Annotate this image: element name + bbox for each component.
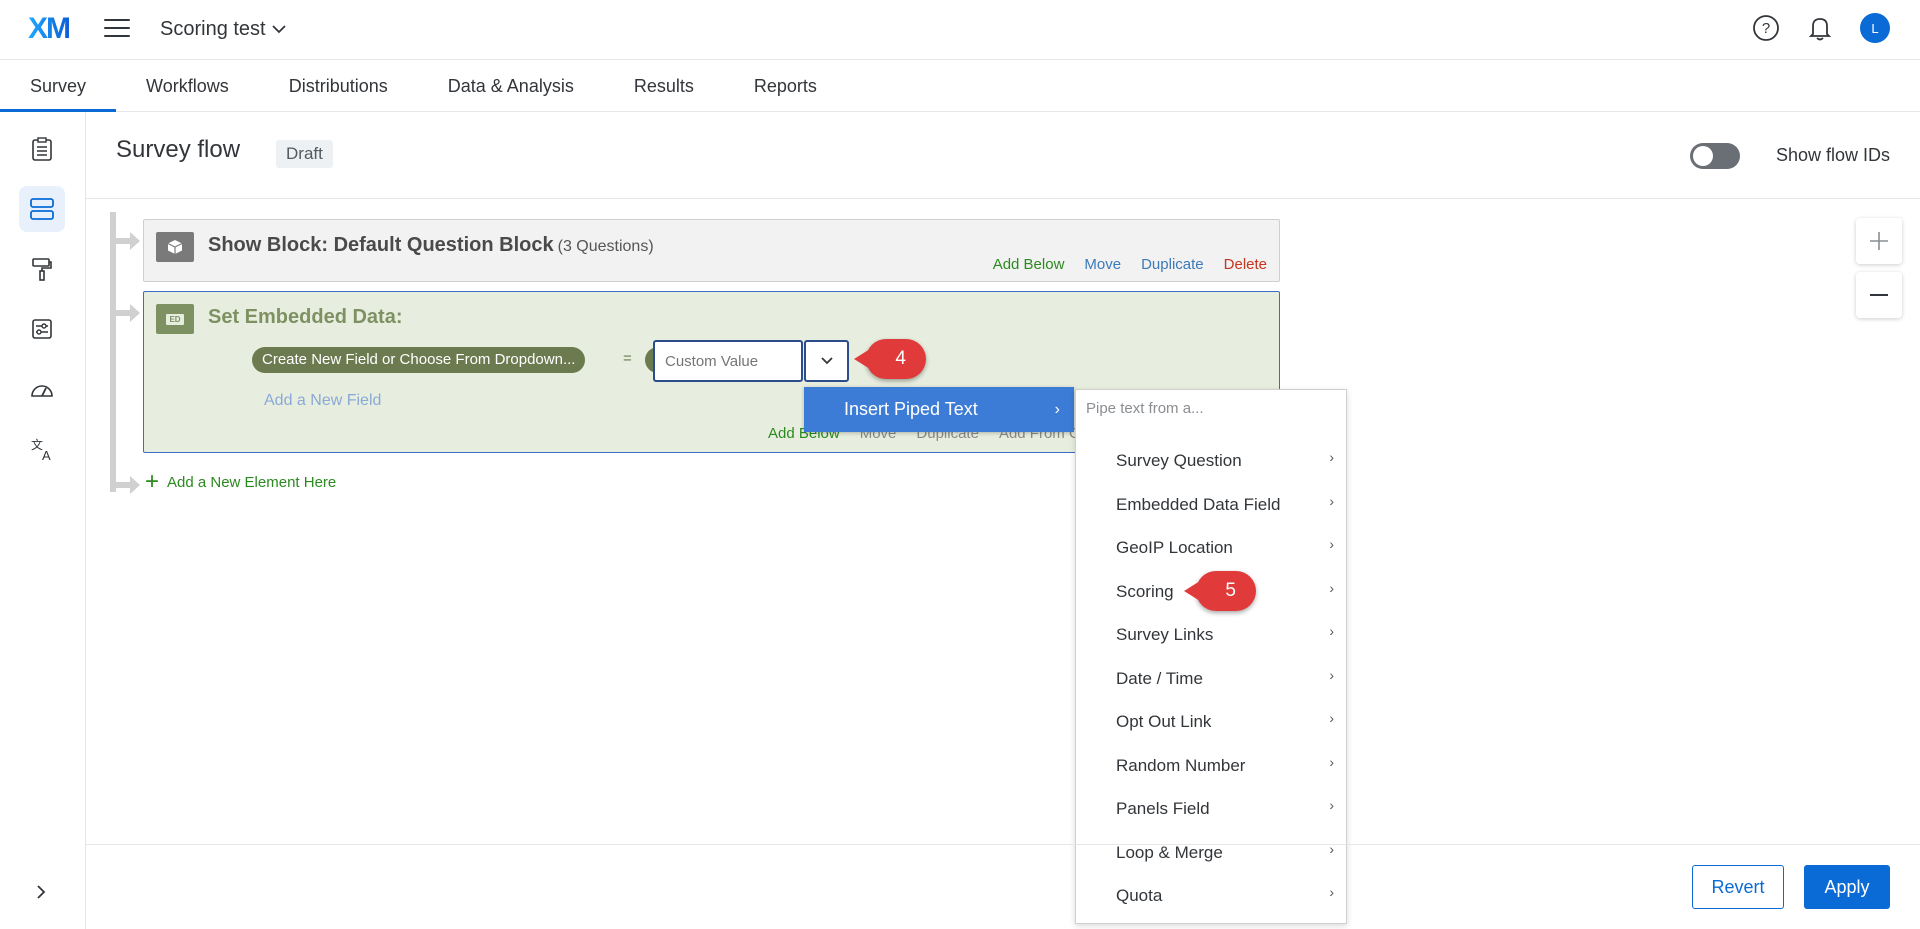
flow-arrow bbox=[110, 304, 140, 322]
tab-reports[interactable]: Reports bbox=[724, 60, 847, 112]
chevron-right-icon: › bbox=[1329, 449, 1334, 465]
custom-value-input[interactable] bbox=[653, 340, 803, 382]
piped-menu-label: Insert Piped Text bbox=[844, 399, 978, 419]
menu-item-survey-links[interactable]: Survey Links › bbox=[1116, 623, 1338, 645]
step-callout-5: 5 bbox=[1184, 571, 1256, 611]
chevron-right-icon: › bbox=[1329, 623, 1334, 639]
project-title[interactable]: Scoring test bbox=[160, 18, 266, 41]
revert-button[interactable]: Revert bbox=[1692, 865, 1784, 909]
help-icon[interactable]: ? bbox=[1752, 14, 1780, 42]
menu-item-label: Date / Time bbox=[1116, 669, 1203, 688]
show-block[interactable]: Show Block: Default Question Block (3 Que… bbox=[143, 219, 1280, 282]
step-callout-4: 4 bbox=[854, 339, 926, 379]
submenu-header: Pipe text from a... bbox=[1086, 400, 1204, 417]
chevron-right-icon: › bbox=[1329, 797, 1334, 813]
add-element-label: Add a New Element Here bbox=[167, 473, 337, 491]
menu-item-label: Survey Question bbox=[1116, 451, 1242, 470]
menu-item-label: Scoring bbox=[1116, 582, 1174, 601]
ed-icon-label: ED bbox=[166, 313, 184, 325]
toggle-label: Show flow IDs bbox=[1775, 145, 1890, 165]
chevron-right-icon[interactable] bbox=[34, 883, 48, 901]
menu-item-label: Opt Out Link bbox=[1116, 712, 1212, 731]
left-rail: 文A bbox=[0, 112, 86, 929]
status-badge: Draft bbox=[276, 140, 333, 168]
field-name-pill[interactable]: Create New Field or Choose From Dropdown… bbox=[252, 347, 586, 373]
cube-icon bbox=[156, 232, 194, 262]
menu-item-label: GeoIP Location bbox=[1116, 538, 1233, 557]
embedded-data-title: Set Embedded Data: bbox=[208, 306, 403, 328]
plus-icon bbox=[1870, 232, 1888, 250]
block-question-count: (3 Questions) bbox=[557, 238, 654, 255]
apply-button[interactable]: Apply bbox=[1804, 865, 1890, 909]
menu-item-label: Embedded Data Field bbox=[1116, 495, 1281, 514]
translate-icon[interactable]: 文A bbox=[19, 426, 65, 472]
menu-item-geoip-location[interactable]: GeoIP Location › bbox=[1116, 536, 1338, 558]
plus-icon: + bbox=[145, 468, 160, 495]
menu-item-embedded-data-field[interactable]: Embedded Data Field › bbox=[1116, 493, 1338, 515]
chevron-right-icon: › bbox=[1329, 580, 1334, 596]
show-flow-ids-toggle[interactable] bbox=[1690, 143, 1740, 169]
tab-data-analysis[interactable]: Data & Analysis bbox=[418, 60, 604, 112]
flow-arrow bbox=[110, 232, 140, 250]
hamburger-menu-icon[interactable] bbox=[104, 19, 130, 39]
insert-piped-text-menu-item[interactable]: Insert Piped Text › bbox=[804, 387, 1074, 432]
avatar[interactable]: L bbox=[1860, 13, 1890, 43]
tab-survey[interactable]: Survey bbox=[0, 60, 117, 112]
duplicate-link[interactable]: Duplicate bbox=[1141, 256, 1204, 273]
chevron-right-icon: › bbox=[1329, 667, 1334, 683]
survey-editor-icon[interactable] bbox=[19, 126, 65, 172]
main-header: Survey flow Draft Show flow IDs bbox=[86, 112, 1920, 199]
xm-logo[interactable]: XM bbox=[28, 12, 71, 46]
zoom-in-button[interactable] bbox=[1856, 218, 1902, 264]
equals-sign: = bbox=[623, 350, 632, 367]
chevron-right-icon: › bbox=[1054, 401, 1060, 418]
minus-icon bbox=[1870, 294, 1888, 296]
flow-arrow bbox=[110, 476, 140, 494]
menu-item-random-number[interactable]: Random Number › bbox=[1116, 754, 1338, 776]
tab-results[interactable]: Results bbox=[604, 60, 724, 112]
add-new-field-link[interactable]: Add a New Field bbox=[264, 392, 381, 410]
flow-connector bbox=[110, 212, 116, 492]
zoom-out-button[interactable] bbox=[1856, 272, 1902, 318]
tab-workflows[interactable]: Workflows bbox=[116, 60, 259, 112]
menu-item-survey-question[interactable]: Survey Question › bbox=[1116, 449, 1338, 471]
main-tabs: Survey Workflows Distributions Data & An… bbox=[0, 60, 1920, 112]
delete-link[interactable]: Delete bbox=[1224, 256, 1267, 273]
menu-item-label: Random Number bbox=[1116, 756, 1246, 775]
chevron-right-icon: › bbox=[1329, 754, 1334, 770]
bell-icon[interactable] bbox=[1806, 14, 1834, 42]
value-dropdown-button[interactable] bbox=[804, 340, 849, 382]
survey-flow-icon[interactable] bbox=[19, 186, 65, 232]
menu-item-label: Survey Links bbox=[1116, 625, 1214, 644]
chevron-down-icon[interactable] bbox=[270, 20, 288, 38]
look-and-feel-icon[interactable] bbox=[19, 246, 65, 292]
add-new-element-link[interactable]: + Add a New Element Here bbox=[145, 468, 337, 495]
chevron-down-icon bbox=[820, 357, 833, 365]
svg-text:?: ? bbox=[1762, 20, 1770, 37]
embedded-data-icon: ED bbox=[156, 304, 194, 334]
move-link[interactable]: Move bbox=[1084, 256, 1121, 273]
menu-item-opt-out-link[interactable]: Opt Out Link › bbox=[1116, 710, 1338, 732]
tab-distributions[interactable]: Distributions bbox=[259, 60, 418, 112]
menu-item-label: Panels Field bbox=[1116, 799, 1210, 818]
gauge-icon[interactable] bbox=[19, 366, 65, 412]
footer-bar: Revert Apply bbox=[86, 844, 1920, 929]
menu-item-panels-field[interactable]: Panels Field › bbox=[1116, 797, 1338, 819]
add-below-link[interactable]: Add Below bbox=[993, 256, 1065, 273]
page-title: Survey flow bbox=[116, 136, 241, 163]
svg-text:A: A bbox=[42, 448, 51, 462]
top-bar: XM Scoring test ? L bbox=[0, 0, 1920, 60]
block-title: Show Block: Default Question Block (3 Que… bbox=[208, 234, 654, 257]
survey-options-icon[interactable] bbox=[19, 306, 65, 352]
chevron-right-icon: › bbox=[1329, 536, 1334, 552]
block-title-text: Show Block: Default Question Block bbox=[208, 234, 554, 256]
chevron-right-icon: › bbox=[1329, 710, 1334, 726]
chevron-right-icon: › bbox=[1329, 493, 1334, 509]
menu-item-date-time[interactable]: Date / Time › bbox=[1116, 667, 1338, 689]
